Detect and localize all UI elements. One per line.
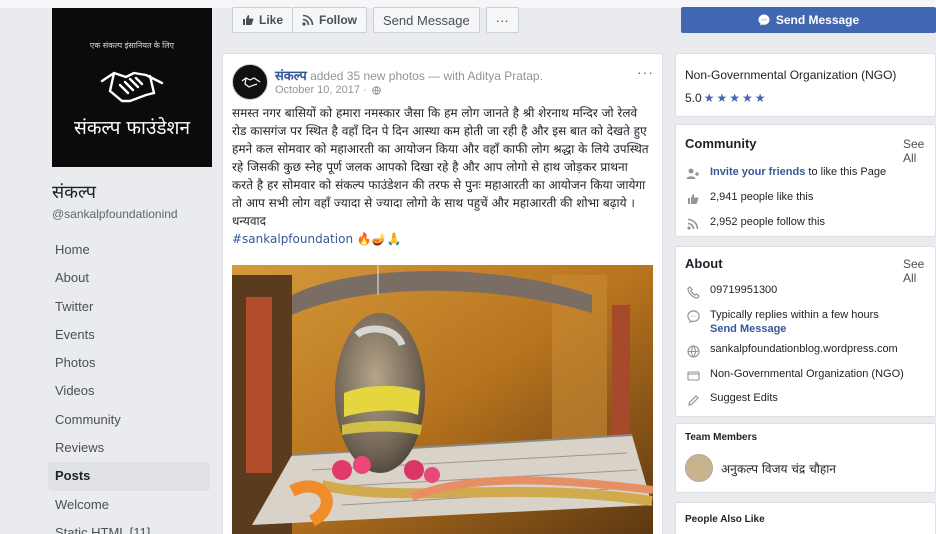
send-message-label: Send Message: [775, 13, 860, 27]
page-rating[interactable]: 5.0 ★ ★ ★ ★ ★: [685, 91, 766, 105]
handshake-icon: [100, 71, 164, 103]
community-see-all-link[interactable]: See All: [903, 137, 935, 165]
likes-count[interactable]: 2,941 people like this: [710, 191, 813, 203]
phone-row: 09719951300: [685, 284, 777, 300]
messenger-icon: [758, 14, 770, 26]
post-author-avatar[interactable]: [232, 64, 268, 100]
page-action-bar: Like Follow Send Message ···: [232, 7, 525, 33]
likes-row: 2,941 people like this: [685, 191, 813, 207]
about-send-message-link[interactable]: Send Message: [710, 323, 786, 335]
response-time: Typically replies within a few hours: [710, 309, 879, 321]
send-message-button[interactable]: Send Message: [681, 7, 936, 33]
page-profile-picture[interactable]: एक संकल्प इंसानियत के लिए संकल्प फाउंडेश…: [52, 8, 212, 167]
post-signoff: धन्यवाद: [232, 214, 267, 228]
post-action-text: added 35 new photos — with: [310, 69, 465, 83]
post-body-text: समस्त नगर बासियों को हमारा नमस्कार जैसा …: [232, 106, 649, 210]
nav-item-posts[interactable]: Posts: [48, 462, 210, 491]
post-timestamp[interactable]: October 10, 2017 ·: [275, 84, 381, 96]
tagged-person-link[interactable]: Aditya Pratap.: [468, 69, 543, 83]
people-also-like-card: People Also Like: [675, 502, 936, 534]
team-member-row[interactable]: अनुकल्प विजय चंद्र चौहान: [685, 454, 836, 482]
phone-icon: [685, 284, 701, 300]
phone-number[interactable]: 09719951300: [710, 284, 777, 296]
page-handle[interactable]: @sankalpfoundationind: [52, 207, 178, 221]
follows-row: 2,952 people follow this: [685, 216, 825, 232]
category-row: Non-Governmental Organization (NGO): [685, 368, 904, 384]
invite-people-icon: [685, 166, 701, 182]
star-icon: ★: [741, 91, 753, 105]
star-icon: ★: [729, 91, 740, 105]
invite-friends-row: Invite your friends to like this Page: [685, 166, 886, 182]
shivling-photo-illustration: [232, 265, 653, 534]
nav-item-home[interactable]: Home: [48, 236, 210, 264]
about-see-all-link[interactable]: See All: [903, 257, 935, 285]
team-member-name[interactable]: अनुकल्प विजय चंद्र चौहान: [721, 460, 836, 477]
star-icon: ★: [716, 91, 728, 105]
invite-rest: to like this Page: [808, 166, 887, 178]
page-info-card: Non-Governmental Organization (NGO) 5.0 …: [675, 53, 936, 117]
website-link[interactable]: sankalpfoundationblog.wordpress.com: [710, 343, 898, 355]
team-members-card: Team Members अनुकल्प विजय चंद्र चौहान: [675, 423, 936, 493]
rating-value: 5.0: [685, 91, 702, 105]
about-card: About See All 09719951300 Typically repl…: [675, 246, 936, 417]
suggest-edits-link[interactable]: Suggest Edits: [710, 392, 778, 404]
pencil-icon: [685, 392, 701, 408]
like-follow-group: Like Follow: [232, 7, 368, 33]
globe-icon: [371, 85, 381, 95]
post-date-text: October 10, 2017 ·: [275, 84, 367, 96]
follow-label: Follow: [319, 13, 358, 27]
nav-item-twitter[interactable]: Twitter: [48, 293, 210, 321]
page-name[interactable]: संकल्प: [52, 180, 96, 204]
post-options-icon[interactable]: ···: [637, 64, 654, 80]
post-body: समस्त नगर बासियों को हमारा नमस्कार जैसा …: [232, 104, 652, 248]
follow-button[interactable]: Follow: [293, 7, 368, 33]
page-category[interactable]: Non-Governmental Organization (NGO): [685, 68, 896, 82]
suggest-edits-row: Suggest Edits: [685, 392, 778, 408]
page-nav: Home About Twitter Events Photos Videos …: [48, 236, 210, 534]
post-header: संकल्प added 35 new photos — with Aditya…: [275, 66, 543, 84]
thumbs-up-icon: [685, 191, 701, 207]
nav-item-static-html[interactable]: Static HTML [11]: [48, 519, 210, 534]
nav-item-photos[interactable]: Photos: [48, 349, 210, 377]
more-options-button[interactable]: ···: [485, 7, 519, 33]
logo-name: संकल्प फाउंडेशन: [73, 117, 191, 139]
response-row: Typically replies within a few hours Sen…: [685, 308, 879, 336]
nav-item-community[interactable]: Community: [48, 406, 210, 434]
star-icon: ★: [703, 91, 715, 105]
post-card: संकल्प added 35 new photos — with Aditya…: [222, 53, 663, 534]
post-photo[interactable]: [232, 265, 653, 534]
hashtag-link[interactable]: #sankalpfoundation: [232, 232, 353, 246]
community-title: Community: [685, 136, 757, 151]
nav-item-welcome[interactable]: Welcome: [48, 491, 210, 519]
thumbs-up-icon: [242, 14, 254, 26]
left-sidebar: एक संकल्प इंसानियत के लिए संकल्प फाउंडेश…: [44, 0, 220, 534]
nav-item-videos[interactable]: Videos: [48, 377, 210, 405]
about-category[interactable]: Non-Governmental Organization (NGO): [710, 368, 904, 380]
messenger-icon: [685, 308, 701, 324]
logo-tagline: एक संकल्प इंसानियत के लिए: [89, 41, 175, 50]
post-author-link[interactable]: संकल्प: [275, 69, 307, 84]
category-tag-icon: [685, 368, 701, 384]
emoji-text: 🔥🪔🙏: [356, 232, 402, 246]
community-card: Community See All Invite your friends to…: [675, 124, 936, 237]
star-icon: ★: [754, 91, 766, 105]
team-member-avatar[interactable]: [685, 454, 713, 482]
rss-follow-icon: [302, 14, 314, 26]
like-label: Like: [259, 13, 284, 27]
globe-icon: [685, 343, 701, 359]
nav-item-reviews[interactable]: Reviews: [48, 434, 210, 462]
people-also-like-title: People Also Like: [685, 514, 765, 525]
like-button[interactable]: Like: [232, 7, 294, 33]
nav-item-about[interactable]: About: [48, 264, 210, 292]
about-title: About: [685, 256, 723, 271]
follows-count[interactable]: 2,952 people follow this: [710, 216, 825, 228]
send-message-button-secondary[interactable]: Send Message: [373, 7, 480, 33]
team-members-title: Team Members: [685, 432, 758, 443]
invite-friends-link[interactable]: Invite your friends: [710, 166, 805, 178]
rss-follow-icon: [685, 216, 701, 232]
website-row: sankalpfoundationblog.wordpress.com: [685, 343, 898, 359]
handshake-icon: [241, 77, 261, 88]
nav-item-events[interactable]: Events: [48, 321, 210, 349]
